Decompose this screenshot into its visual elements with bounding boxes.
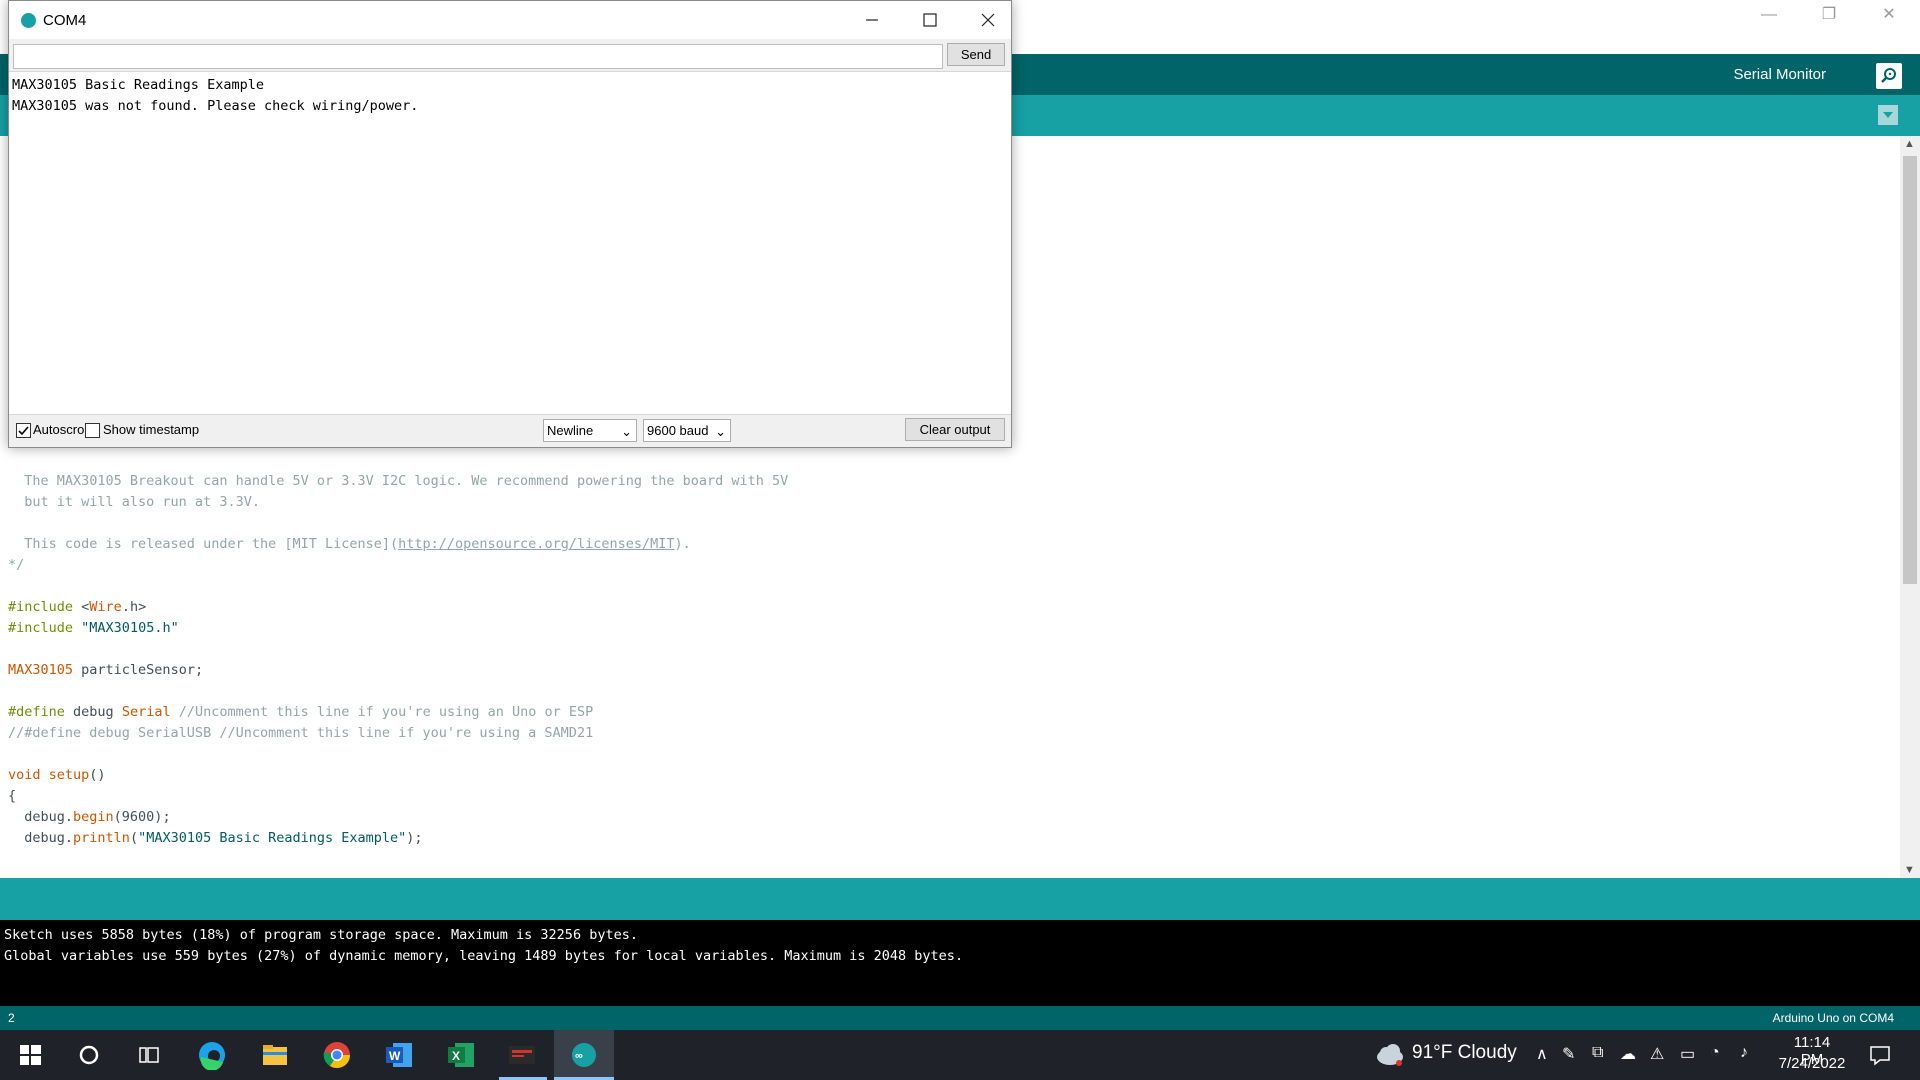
status-footer: 2 Arduino Uno on COM4 [0, 1006, 1920, 1030]
build-console: Sketch uses 5858 bytes (18%) of program … [0, 920, 1920, 1006]
ide-minimize-button[interactable]: — [1746, 4, 1792, 26]
code-line: The MAX30105 Breakout can handle 5V or 3… [8, 473, 789, 489]
paint-tray-icon[interactable]: ✎ [1562, 1044, 1575, 1064]
volume-icon[interactable]: ♪ [1740, 1044, 1748, 1062]
tab-menu-button[interactable] [1878, 105, 1898, 125]
code-line: { [8, 788, 17, 804]
show-timestamp-label: Show timestamp [103, 422, 200, 437]
checkmark-icon [18, 426, 29, 436]
ide-close-button[interactable]: ✕ [1866, 4, 1912, 26]
serial-output-line: MAX30105 was not found. Please check wir… [12, 98, 419, 114]
wifi-icon[interactable]: ◔ [1710, 1044, 1720, 1062]
line-number: 2 [8, 1011, 15, 1025]
console-line: Sketch uses 5858 bytes (18%) of program … [4, 927, 638, 943]
svg-text:W: W [389, 1049, 401, 1063]
scroll-down-icon[interactable]: ▼ [1904, 864, 1915, 876]
show-timestamp-checkbox[interactable] [85, 423, 100, 438]
code-line: debug.println("MAX30105 Basic Readings E… [8, 830, 423, 846]
serial-output-area[interactable]: MAX30105 Basic Readings Example MAX30105… [9, 71, 1011, 415]
board-port-label: Arduino Uno on COM4 [1772, 1011, 1894, 1025]
console-line: Global variables use 559 bytes (27%) of … [4, 948, 964, 964]
code-line: #define debug Serial //Uncomment this li… [8, 704, 594, 720]
minimize-icon [866, 19, 878, 21]
file-explorer-icon[interactable] [260, 1040, 290, 1070]
task-view-icon[interactable] [134, 1040, 164, 1070]
clear-output-button[interactable]: Clear output [905, 418, 1005, 441]
code-line: debug.begin(9600); [8, 809, 171, 825]
mit-license-link[interactable]: http://opensource.org/licenses/MIT [398, 536, 674, 552]
line-ending-select[interactable]: Newline ⌄ [543, 419, 637, 442]
word-icon[interactable]: W [384, 1040, 414, 1070]
serial-titlebar: COM4 [9, 1, 1011, 39]
notifications-icon[interactable] [1868, 1043, 1892, 1072]
serial-monitor-window: COM4 Send MAX30105 Basic Readings Exampl… [8, 0, 1012, 448]
code-line: */ [8, 557, 25, 573]
battery-icon[interactable]: ▭ [1680, 1044, 1695, 1064]
code-line: but it will also run at 3.3V. [8, 494, 260, 510]
code-line: #include <Wire.h> [8, 599, 147, 615]
code-line: //#define debug SerialUSB //Uncomment th… [8, 725, 594, 741]
svg-text:∞: ∞ [575, 1050, 583, 1062]
baud-rate-value: 9600 baud [647, 423, 709, 438]
chevron-up-icon[interactable]: ∧ [1536, 1044, 1548, 1064]
chevron-down-icon [1883, 112, 1893, 118]
start-icon[interactable] [16, 1040, 46, 1070]
ide-restore-button[interactable]: ❐ [1806, 4, 1852, 26]
project-icon[interactable] [507, 1040, 537, 1070]
code-line: This code is released under the [MIT Lic… [8, 536, 691, 552]
close-icon [981, 13, 995, 27]
scroll-up-icon[interactable]: ▲ [1904, 138, 1915, 150]
arduino-taskbar-button[interactable]: ∞ [554, 1030, 614, 1080]
serial-monitor-label: Serial Monitor [1733, 66, 1826, 83]
line-ending-value: Newline [547, 423, 594, 438]
serial-maximize-button[interactable] [907, 9, 953, 31]
autoscroll-label: Autoscroll [33, 422, 91, 437]
baud-rate-select[interactable]: 9600 baud ⌄ [643, 419, 731, 442]
svg-text:X: X [452, 1049, 460, 1063]
serial-monitor-button[interactable] [1876, 63, 1902, 89]
chevron-down-icon: ⌄ [715, 424, 726, 439]
onedrive-icon[interactable]: ☁ [1620, 1044, 1636, 1064]
weather-label[interactable]: 91°F Cloudy [1412, 1042, 1517, 1064]
search-icon[interactable] [74, 1040, 104, 1070]
clock-date[interactable]: 7/24/2022 [1772, 1055, 1852, 1072]
chevron-down-icon: ⌄ [621, 424, 632, 439]
serial-send-input[interactable] [13, 44, 943, 69]
chrome-icon[interactable] [322, 1040, 352, 1070]
taskbar: W X ∞ 91°F Cloudy ∧ ✎ ⧉ ☁ ⚠ ▭ ◔ ♪ 11:14 … [0, 1030, 1920, 1080]
send-button[interactable]: Send [947, 43, 1005, 66]
meet-now-icon[interactable]: ⧉ [1592, 1044, 1603, 1062]
serial-close-button[interactable] [965, 9, 1011, 31]
code-line: void setup() [8, 767, 106, 783]
serial-minimize-button[interactable] [849, 9, 895, 31]
maximize-icon [923, 13, 937, 27]
scroll-thumb[interactable] [1903, 156, 1917, 584]
serial-window-title: COM4 [43, 12, 87, 29]
serial-output-line: MAX30105 Basic Readings Example [12, 77, 264, 93]
autoscroll-checkbox[interactable] [16, 423, 31, 438]
excel-icon[interactable]: X [446, 1040, 476, 1070]
code-line: #include "MAX30105.h" [8, 620, 179, 636]
magnifier-icon [1881, 68, 1896, 83]
serial-bottom-bar: Autoscroll Show timestamp Newline ⌄ 9600… [9, 414, 1011, 447]
arduino-icon: ∞ [572, 1043, 596, 1067]
security-icon[interactable]: ⚠ [1650, 1044, 1664, 1064]
status-band [0, 878, 1920, 920]
edge-icon[interactable] [197, 1040, 227, 1071]
editor-scrollbar[interactable]: ▲ ▼ [1900, 136, 1920, 878]
cloud-icon [1375, 1043, 1405, 1072]
arduino-logo-icon [21, 13, 36, 28]
code-line: MAX30105 particleSensor; [8, 662, 204, 678]
